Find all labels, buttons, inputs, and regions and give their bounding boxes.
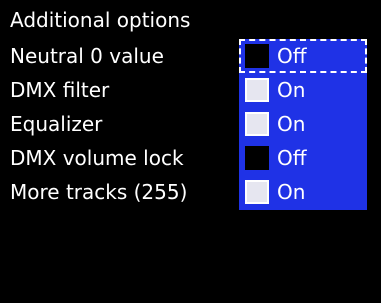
option-state: On — [277, 112, 306, 136]
option-state: On — [277, 78, 306, 102]
screen-title: Additional options — [10, 8, 191, 32]
checkbox-icon — [245, 78, 269, 102]
option-label-neutral-0-value: Neutral 0 value — [10, 44, 164, 68]
option-toggle-equalizer[interactable]: On — [239, 107, 367, 141]
option-toggle-dmx-volume-lock[interactable]: Off — [239, 141, 367, 175]
checkbox-icon — [245, 112, 269, 136]
option-state: Off — [277, 146, 307, 170]
option-values-panel: Off On On Off On — [239, 39, 367, 210]
checkbox-icon — [245, 44, 269, 68]
options-screen: Additional options Neutral 0 value DMX f… — [0, 0, 381, 303]
checkbox-icon — [245, 180, 269, 204]
option-toggle-dmx-filter[interactable]: On — [239, 73, 367, 107]
option-label-dmx-volume-lock: DMX volume lock — [10, 146, 184, 170]
checkbox-icon — [245, 146, 269, 170]
option-label-more-tracks: More tracks (255) — [10, 180, 188, 204]
option-toggle-neutral-0-value[interactable]: Off — [239, 39, 367, 73]
option-state: On — [277, 180, 306, 204]
option-labels: Neutral 0 value DMX filter Equalizer DMX… — [10, 39, 235, 209]
option-label-dmx-filter: DMX filter — [10, 78, 110, 102]
option-state: Off — [277, 44, 307, 68]
option-toggle-more-tracks[interactable]: On — [239, 175, 367, 209]
option-label-equalizer: Equalizer — [10, 112, 103, 136]
